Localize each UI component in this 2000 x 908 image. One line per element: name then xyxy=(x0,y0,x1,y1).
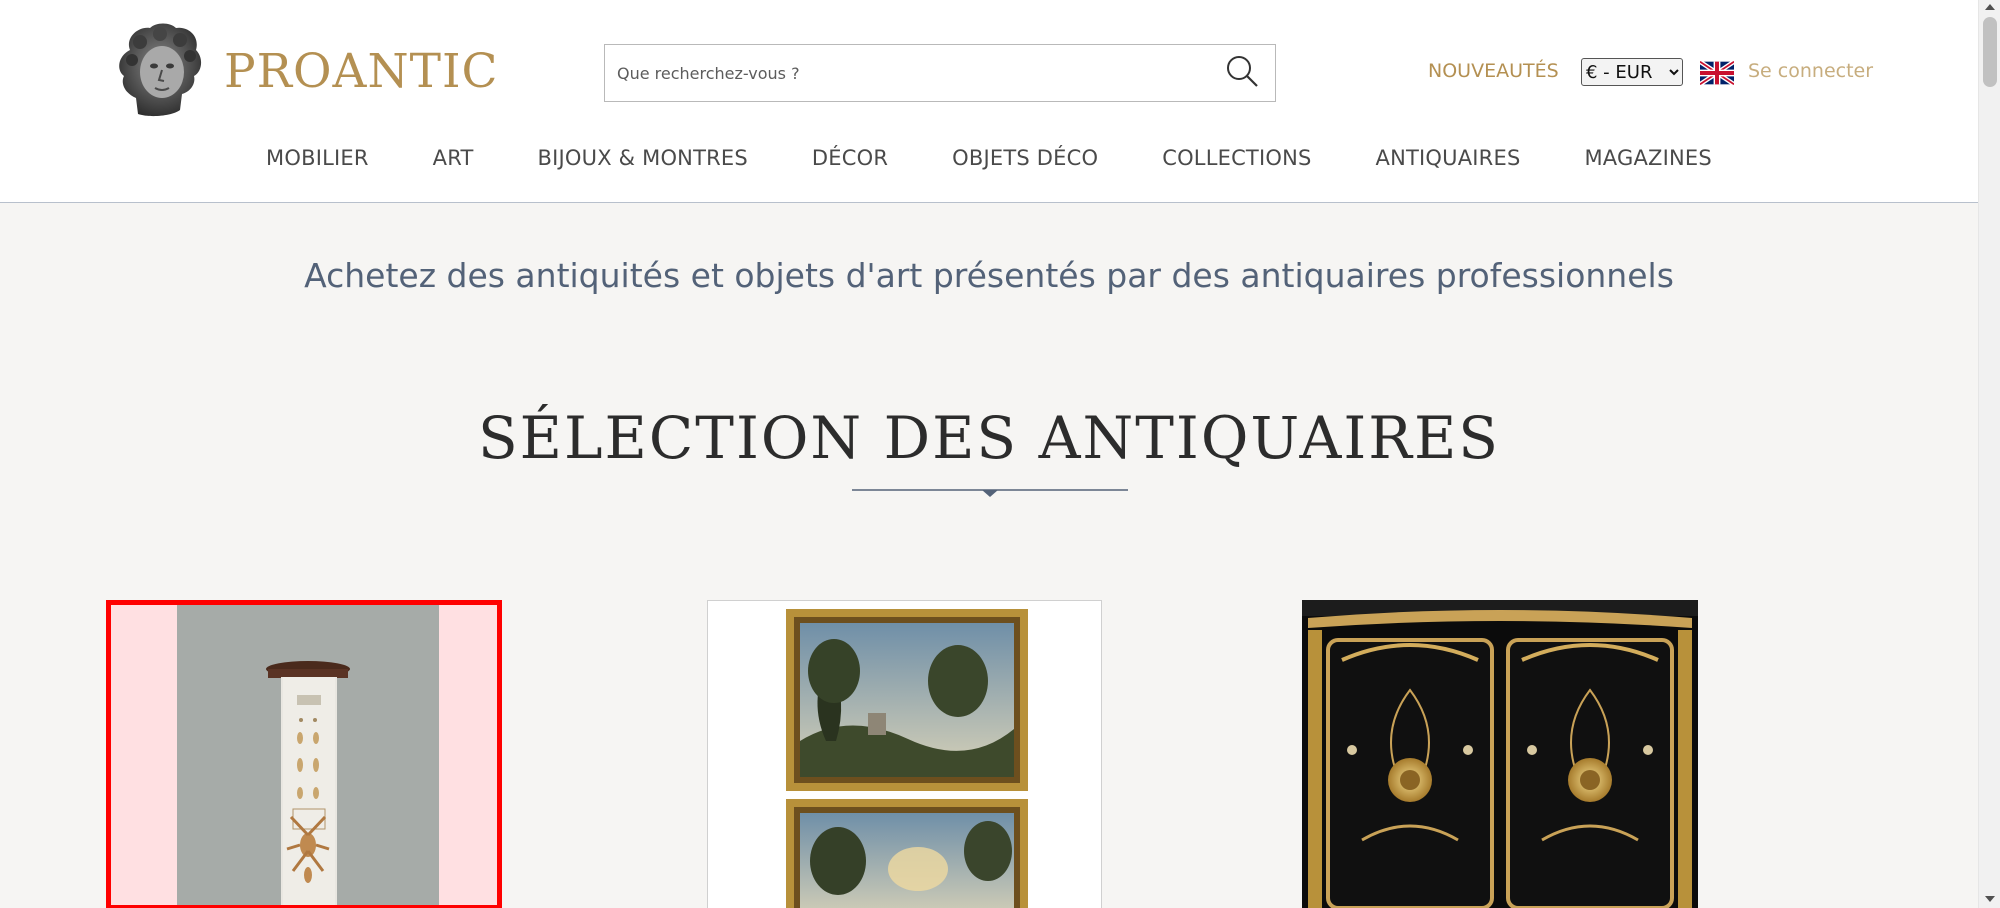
tagline: Achetez des antiquités et objets d'art p… xyxy=(304,256,1674,295)
search-input[interactable] xyxy=(617,57,1177,89)
scroll-down-arrow-icon[interactable] xyxy=(1985,896,1995,902)
site-header: PROANTIC NOUVEAUTÉS € - EUR Se connecter… xyxy=(0,0,1978,203)
search-icon xyxy=(1225,54,1259,93)
section-divider xyxy=(852,487,1128,499)
nav-item-collections[interactable]: COLLECTIONS xyxy=(1162,146,1311,182)
scroll-up-arrow-icon[interactable] xyxy=(1985,4,1995,10)
main-nav: MOBILIER ART BIJOUX & MONTRES DÉCOR OBJE… xyxy=(0,146,1978,182)
framed-landscape-paintings-image xyxy=(708,601,1101,908)
boulle-cabinet-image xyxy=(1302,600,1698,908)
login-link[interactable]: Se connecter xyxy=(1748,60,1873,82)
product-card-2[interactable] xyxy=(707,600,1102,908)
news-link[interactable]: NOUVEAUTÉS xyxy=(1428,60,1559,82)
nav-item-mobilier[interactable]: MOBILIER xyxy=(266,146,369,182)
page-scrollbar[interactable] xyxy=(1978,0,2000,908)
nav-item-art[interactable]: ART xyxy=(433,146,474,182)
product-card-3[interactable] xyxy=(1302,600,1698,908)
product-card-1[interactable] xyxy=(106,600,502,908)
nav-item-bijoux-montres[interactable]: BIJOUX & MONTRES xyxy=(538,146,748,182)
nav-item-objets-deco[interactable]: OBJETS DÉCO xyxy=(952,146,1098,182)
nav-item-antiquaires[interactable]: ANTIQUAIRES xyxy=(1376,146,1521,182)
brand-name[interactable]: PROANTIC xyxy=(224,44,499,99)
search-bar xyxy=(604,44,1276,102)
search-button[interactable] xyxy=(1209,45,1275,101)
scroll-thumb[interactable] xyxy=(1983,17,1997,87)
naturalia-vitrine-image xyxy=(111,605,497,905)
currency-select[interactable]: € - EUR xyxy=(1581,58,1683,86)
nav-item-decor[interactable]: DÉCOR xyxy=(812,146,888,182)
uk-flag-icon[interactable] xyxy=(1698,59,1736,87)
nav-item-magazines[interactable]: MAGAZINES xyxy=(1584,146,1711,182)
logo-bust-icon[interactable] xyxy=(110,20,210,123)
section-title: SÉLECTION DES ANTIQUAIRES xyxy=(477,404,1501,472)
